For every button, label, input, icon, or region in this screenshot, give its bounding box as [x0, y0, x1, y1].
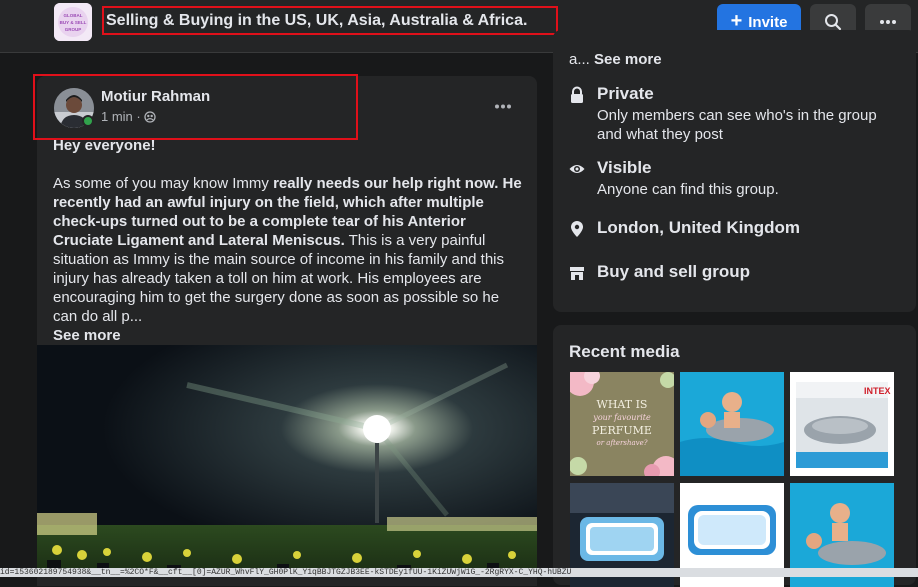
link-status-bar: id=153602189754938&__tn__=%2CO*F&__cft__…: [0, 568, 918, 577]
about-item-title: Visible: [597, 158, 652, 177]
about-prefix: a...: [569, 51, 595, 68]
about-see-more-link[interactable]: See more: [594, 51, 662, 68]
search-icon: [825, 14, 842, 31]
about-item-title: Buy and sell group: [597, 262, 751, 281]
post-time[interactable]: 1 min ·: [101, 109, 141, 124]
shop-icon: [570, 267, 584, 280]
about-item-title[interactable]: London, United Kingdom: [597, 218, 800, 238]
about-item-subtitle: Only members can see who's in the group …: [597, 107, 877, 143]
invite-label: Invite: [748, 13, 788, 31]
logo-line-2: BUY & SELL: [60, 20, 87, 25]
post-photo[interactable]: [37, 345, 537, 577]
post-meta: 1 min ·: [101, 109, 156, 124]
lock-icon: [571, 86, 583, 103]
post-author-name[interactable]: Motiur Rahman: [101, 88, 210, 105]
logo-line-3: GROUP: [65, 27, 82, 32]
perfume-text-1: WHAT IS: [597, 398, 648, 411]
about-item-subtitle: Anyone can find this group.: [597, 181, 779, 198]
group-logo[interactable]: GLOBAL BUY & SELL GROUP: [54, 3, 92, 41]
group-audience-icon: [144, 110, 156, 123]
recent-media-title: Recent media: [569, 342, 680, 361]
group-title[interactable]: Selling & Buying in the US, UK, Asia, Au…: [102, 6, 558, 35]
more-dots-icon: [880, 20, 896, 24]
post-options-button[interactable]: [488, 92, 518, 120]
media-thumb-pool-kid[interactable]: [680, 372, 784, 476]
perfume-text-3: PERFUME: [592, 424, 652, 437]
post-see-more-link[interactable]: See more: [53, 326, 523, 345]
post-text-intro: As some of you may know Immy: [53, 175, 274, 192]
author-highlight-box: [33, 74, 358, 140]
post-greeting: Hey everyone!: [53, 137, 156, 154]
perfume-text-2: your favourite: [592, 413, 651, 422]
post-paragraph: As some of you may know Immy really need…: [53, 174, 523, 326]
media-thumb-inflatable-box[interactable]: INTEX: [790, 372, 894, 476]
eye-icon: [569, 165, 585, 173]
about-item-title: Private: [597, 84, 654, 103]
perfume-text-4: or aftershave?: [597, 439, 648, 447]
intex-brand: INTEX: [864, 386, 891, 396]
plus-icon: +: [730, 10, 743, 32]
about-description-truncated: a... See more: [569, 51, 662, 68]
post-text: Hey everyone! As some of you may know Im…: [53, 136, 523, 345]
more-dots-icon: [495, 104, 511, 108]
logo-line-1: GLOBAL: [64, 13, 83, 18]
media-thumb-perfume[interactable]: WHAT IS your favourite PERFUME or afters…: [570, 372, 674, 476]
location-pin-icon: [571, 221, 583, 237]
